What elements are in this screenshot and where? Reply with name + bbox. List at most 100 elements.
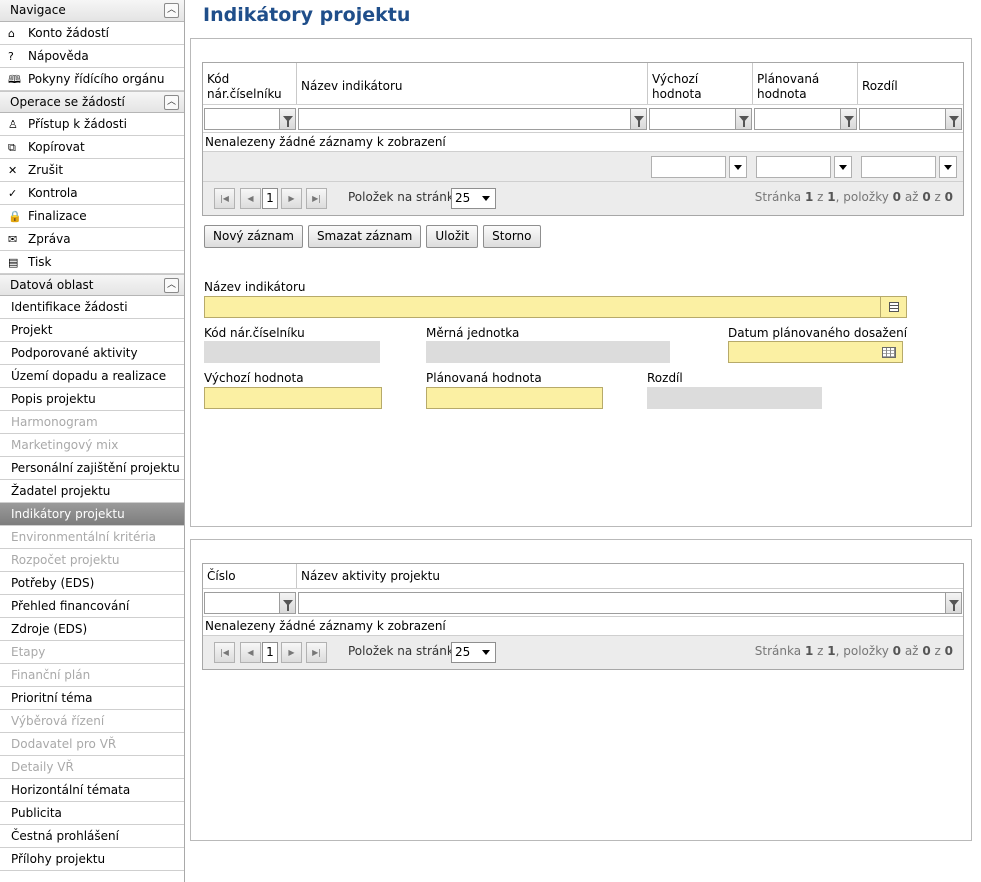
filter-difference-button[interactable]	[946, 108, 962, 130]
column-header-activity-name[interactable]: Název aktivity projektu	[297, 564, 963, 588]
sidebar-item-kontrola[interactable]: ✓ Kontrola	[0, 182, 184, 205]
summary-difference-select[interactable]	[861, 156, 957, 178]
per-page-select[interactable]: 25	[451, 642, 496, 663]
next-page-button[interactable]: ▶	[281, 188, 302, 209]
save-button[interactable]: Uložit	[426, 225, 479, 248]
sidebar-item-label: Horizontální témata	[11, 783, 131, 797]
initial-value-field[interactable]	[204, 387, 382, 409]
last-page-button[interactable]: ▶|	[306, 642, 327, 663]
first-page-button[interactable]: |◀	[214, 642, 235, 663]
sidebar-item-pristup-k-zadosti[interactable]: ♙ Přístup k žádosti	[0, 113, 184, 136]
sidebar-item-publicita[interactable]: Publicita	[0, 802, 184, 825]
indicator-name-label: Název indikátoru	[204, 280, 306, 294]
filter-code-button[interactable]	[280, 108, 296, 130]
per-page-select[interactable]: 25	[451, 188, 496, 209]
sidebar-item-zdroje-eds[interactable]: Zdroje (EDS)	[0, 618, 184, 641]
filter-activity-name-input[interactable]	[298, 592, 946, 614]
select-list-button[interactable]	[880, 297, 906, 317]
column-header-number[interactable]: Číslo	[203, 564, 297, 588]
collapse-icon[interactable]: ︿	[164, 278, 179, 293]
sidebar-item-tisk[interactable]: ▤ Tisk	[0, 251, 184, 274]
summary-initial-select[interactable]	[651, 156, 747, 178]
planned-value-field[interactable]	[426, 387, 603, 409]
envelope-icon: ✉	[8, 233, 18, 246]
sidebar-item-podporovane-aktivity[interactable]: Podporované aktivity	[0, 342, 184, 365]
print-icon: ▤	[8, 256, 19, 269]
new-record-button[interactable]: Nový záznam	[204, 225, 303, 248]
date-field[interactable]	[728, 341, 903, 363]
sidebar-item-pokyny-ridiciho-organu[interactable]: 🕮 Pokyny řídícího orgánu	[0, 68, 184, 91]
last-page-button[interactable]: ▶|	[306, 188, 327, 209]
sidebar-item-zrusit[interactable]: ✕ Zrušit	[0, 159, 184, 182]
activities-grid: Číslo Název aktivity projektu Nenalezeny…	[202, 563, 964, 670]
filter-code-input[interactable]	[204, 108, 280, 130]
column-header-initial-value[interactable]: Výchozí hodnota	[648, 63, 753, 104]
sidebar-item-indikatory-projektu[interactable]: Indikátory projektu	[0, 503, 184, 526]
sidebar-item-uzemi-dopadu-a-realizace[interactable]: Území dopadu a realizace	[0, 365, 184, 388]
filter-planned-value-button[interactable]	[841, 108, 857, 130]
column-header-difference[interactable]: Rozdíl	[858, 63, 963, 104]
sidebar-item-environmentalni-kriteria: Environmentální kritéria	[0, 526, 184, 549]
sidebar-item-label: Území dopadu a realizace	[11, 369, 167, 383]
page-info: Stránka 1 z 1, položky 0 až 0 z 0	[754, 644, 953, 658]
sidebar-item-horizontalni-temata[interactable]: Horizontální témata	[0, 779, 184, 802]
prev-page-button[interactable]: ◀	[240, 188, 261, 209]
filter-initial-value-button[interactable]	[736, 108, 752, 130]
first-page-button[interactable]: |◀	[214, 188, 235, 209]
column-header-planned-value[interactable]: Plánovaná hodnota	[753, 63, 858, 104]
sidebar-item-zadatel-projektu[interactable]: Žadatel projektu	[0, 480, 184, 503]
filter-difference-input[interactable]	[859, 108, 946, 130]
per-page-label: Položek na stránku	[348, 190, 462, 204]
sidebar-item-potreby-eds[interactable]: Potřeby (EDS)	[0, 572, 184, 595]
sidebar-item-napoveda[interactable]: ? Nápověda	[0, 45, 184, 68]
sidebar-item-prioritni-tema[interactable]: Prioritní téma	[0, 687, 184, 710]
filter-planned-value-input[interactable]	[754, 108, 841, 130]
date-label: Datum plánovaného dosažení	[728, 326, 908, 340]
filter-indicator-name-input[interactable]	[298, 108, 631, 130]
sidebar-item-prilohy-projektu[interactable]: Přílohy projektu	[0, 848, 184, 871]
sidebar-item-kopirovat[interactable]: ⧉ Kopírovat	[0, 136, 184, 159]
page-info: Stránka 1 z 1, položky 0 až 0 z 0	[754, 190, 953, 204]
filter-activity-name-button[interactable]	[946, 592, 962, 614]
page-number-input[interactable]: 1	[262, 188, 278, 209]
sidebar-item-marketingovy-mix: Marketingový mix	[0, 434, 184, 457]
filter-icon	[282, 600, 293, 611]
sidebar-item-personalni-zajisteni-projektu[interactable]: Personální zajištění projektu	[0, 457, 184, 480]
empty-message: Nenalezeny žádné záznamy k zobrazení	[203, 133, 963, 152]
sidebar-item-label: Podporované aktivity	[11, 346, 138, 360]
grid-header: Číslo Název aktivity projektu	[203, 564, 963, 589]
filter-number-input[interactable]	[204, 592, 280, 614]
next-page-button[interactable]: ▶	[281, 642, 302, 663]
sidebar-item-finalizace[interactable]: 🔒 Finalizace	[0, 205, 184, 228]
sidebar-item-prehled-financovani[interactable]: Přehled financování	[0, 595, 184, 618]
column-header-indicator-name[interactable]: Název indikátoru	[297, 63, 648, 104]
prev-page-button[interactable]: ◀	[240, 642, 261, 663]
sidebar-item-popis-projektu[interactable]: Popis projektu	[0, 388, 184, 411]
indicator-name-field[interactable]	[204, 296, 907, 318]
filter-icon	[843, 116, 854, 127]
cancel-button[interactable]: Storno	[483, 225, 541, 248]
sidebar-item-zprava[interactable]: ✉ Zpráva	[0, 228, 184, 251]
filter-icon	[948, 116, 959, 127]
summary-planned-select[interactable]	[756, 156, 852, 178]
sidebar-item-cestna-prohlaseni[interactable]: Čestná prohlášení	[0, 825, 184, 848]
sidebar-item-label: Kopírovat	[28, 140, 85, 154]
sidebar-item-projekt[interactable]: Projekt	[0, 319, 184, 342]
sidebar-item-identifikace-zadosti[interactable]: Identifikace žádosti	[0, 296, 184, 319]
filter-number-button[interactable]	[280, 592, 296, 614]
dropdown-arrow-icon	[939, 156, 957, 178]
sidebar-item-label: Harmonogram	[11, 415, 98, 429]
collapse-icon[interactable]: ︿	[164, 95, 179, 110]
delete-record-button[interactable]: Smazat záznam	[307, 225, 422, 248]
filter-indicator-name-button[interactable]	[631, 108, 647, 130]
page-number-input[interactable]: 1	[262, 642, 278, 663]
code-field	[204, 341, 380, 363]
column-header-code[interactable]: Kód nár.číselníku	[203, 63, 297, 104]
collapse-icon[interactable]: ︿	[164, 3, 179, 18]
sidebar-item-konto-zadosti[interactable]: ⌂ Konto žádostí	[0, 22, 184, 45]
planned-value-label: Plánovaná hodnota	[426, 371, 542, 385]
filter-initial-value-input[interactable]	[649, 108, 736, 130]
list-icon	[888, 302, 899, 312]
difference-label: Rozdíl	[647, 371, 683, 385]
calendar-button[interactable]	[876, 342, 902, 362]
